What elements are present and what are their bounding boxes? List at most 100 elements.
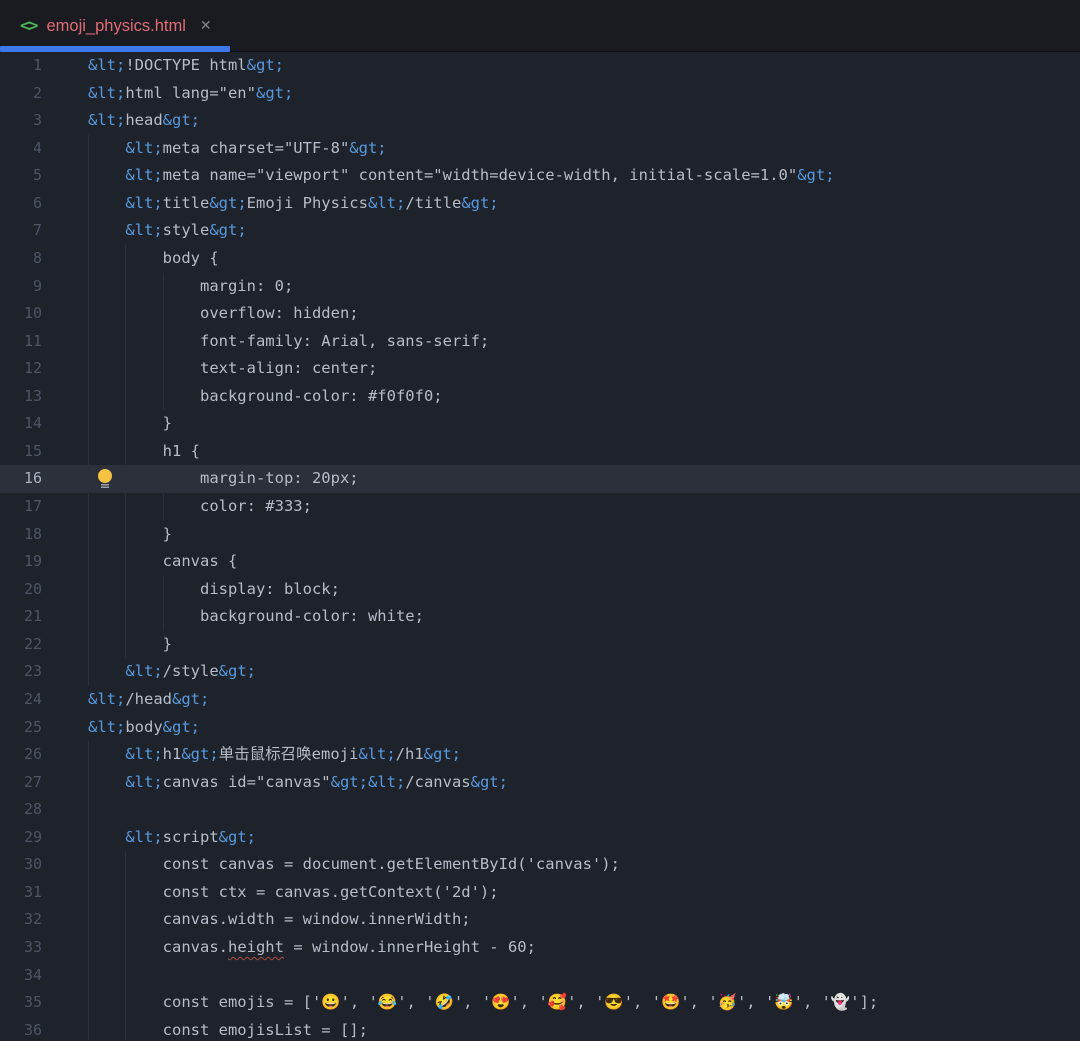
code-line-content: canvas.width = window.innerWidth; [73, 906, 1080, 934]
code-line-content: } [73, 631, 1080, 659]
code-line[interactable]: 26 &lt;h1&gt;单击鼠标召唤emoji&lt;/h1&gt; [0, 741, 1080, 769]
line-number[interactable]: 36 [0, 1017, 73, 1041]
code-line[interactable]: 1&lt;!DOCTYPE html&gt; [0, 52, 1080, 80]
code-token [88, 773, 125, 791]
code-line[interactable]: 36 const emojisList = []; [0, 1017, 1080, 1041]
code-line[interactable]: 25&lt;body&gt; [0, 714, 1080, 742]
line-number[interactable]: 23 [0, 658, 73, 686]
code-line[interactable]: 11 font-family: Arial, sans-serif; [0, 328, 1080, 356]
line-number[interactable]: 5 [0, 162, 73, 190]
indent-guide [125, 273, 126, 301]
code-line[interactable]: 32 canvas.width = window.innerWidth; [0, 906, 1080, 934]
line-number[interactable]: 26 [0, 741, 73, 769]
line-number[interactable]: 30 [0, 851, 73, 879]
indent-guide [88, 824, 89, 852]
line-number[interactable]: 22 [0, 631, 73, 659]
code-line-content: const emojisList = []; [73, 1017, 1080, 1041]
code-line[interactable]: 27 &lt;canvas id="canvas"&gt;&lt;/canvas… [0, 769, 1080, 797]
code-token: /title [405, 194, 461, 212]
code-editor[interactable]: 1&lt;!DOCTYPE html&gt;2&lt;html lang="en… [0, 52, 1080, 1041]
line-number[interactable]: 35 [0, 989, 73, 1017]
line-number[interactable]: 1 [0, 52, 73, 80]
code-line[interactable]: 13 background-color: #f0f0f0; [0, 383, 1080, 411]
code-line-content: font-family: Arial, sans-serif; [73, 328, 1080, 356]
indent-guide [88, 465, 89, 493]
line-number[interactable]: 17 [0, 493, 73, 521]
code-line[interactable]: 19 canvas { [0, 548, 1080, 576]
line-number[interactable]: 19 [0, 548, 73, 576]
line-number[interactable]: 7 [0, 217, 73, 245]
code-line[interactable]: 2&lt;html lang="en"&gt; [0, 80, 1080, 108]
code-line[interactable]: 7 &lt;style&gt; [0, 217, 1080, 245]
line-number[interactable]: 8 [0, 245, 73, 273]
line-number[interactable]: 28 [0, 796, 73, 824]
code-token: text-align: center; [88, 359, 377, 377]
code-line[interactable]: 16 margin-top: 20px; [0, 465, 1080, 493]
code-line-content: &lt;/style&gt; [73, 658, 1080, 686]
line-number[interactable]: 32 [0, 906, 73, 934]
indent-guide [88, 328, 89, 356]
line-number[interactable]: 25 [0, 714, 73, 742]
line-number[interactable]: 20 [0, 576, 73, 604]
code-line[interactable]: 34 [0, 962, 1080, 990]
line-number[interactable]: 2 [0, 80, 73, 108]
line-number[interactable]: 9 [0, 273, 73, 301]
code-line[interactable]: 35 const emojis = ['😀', '😂', '🤣', '😍', '… [0, 989, 1080, 1017]
code-line[interactable]: 23 &lt;/style&gt; [0, 658, 1080, 686]
line-number[interactable]: 13 [0, 383, 73, 411]
tab-emoji-physics-html[interactable]: <> emoji_physics.html ✕ [0, 0, 230, 52]
line-number[interactable]: 27 [0, 769, 73, 797]
code-line[interactable]: 12 text-align: center; [0, 355, 1080, 383]
line-number[interactable]: 24 [0, 686, 73, 714]
code-line[interactable]: 31 const ctx = canvas.getContext('2d'); [0, 879, 1080, 907]
indent-guide [88, 1017, 89, 1041]
code-line[interactable]: 5 &lt;meta name="viewport" content="widt… [0, 162, 1080, 190]
code-line[interactable]: 8 body { [0, 245, 1080, 273]
code-line[interactable]: 17 color: #333; [0, 493, 1080, 521]
code-line[interactable]: 24&lt;/head&gt; [0, 686, 1080, 714]
code-line[interactable]: 4 &lt;meta charset="UTF-8"&gt; [0, 135, 1080, 163]
code-line[interactable]: 10 overflow: hidden; [0, 300, 1080, 328]
indent-guide [125, 493, 126, 521]
line-number[interactable]: 15 [0, 438, 73, 466]
code-line[interactable]: 20 display: block; [0, 576, 1080, 604]
code-line[interactable]: 30 const canvas = document.getElementByI… [0, 851, 1080, 879]
line-number[interactable]: 34 [0, 962, 73, 990]
line-number[interactable]: 29 [0, 824, 73, 852]
line-number[interactable]: 21 [0, 603, 73, 631]
line-number[interactable]: 12 [0, 355, 73, 383]
code-line[interactable]: 28 [0, 796, 1080, 824]
line-number[interactable]: 4 [0, 135, 73, 163]
code-line-content: body { [73, 245, 1080, 273]
close-icon[interactable]: ✕ [200, 19, 212, 33]
code-line[interactable]: 15 h1 { [0, 438, 1080, 466]
line-number[interactable]: 10 [0, 300, 73, 328]
lightbulb-icon[interactable] [97, 469, 112, 489]
code-line[interactable]: 14 } [0, 410, 1080, 438]
code-token: &lt; [125, 166, 162, 184]
line-number[interactable]: 6 [0, 190, 73, 218]
code-line-content: display: block; [73, 576, 1080, 604]
indent-guide [163, 300, 164, 328]
code-line[interactable]: 3&lt;head&gt; [0, 107, 1080, 135]
code-line[interactable]: 33 canvas.height = window.innerHeight - … [0, 934, 1080, 962]
indent-guide [163, 328, 164, 356]
code-token: &gt; [209, 194, 246, 212]
line-number[interactable]: 14 [0, 410, 73, 438]
line-number[interactable]: 33 [0, 934, 73, 962]
code-line[interactable]: 21 background-color: white; [0, 603, 1080, 631]
code-token: /h1 [396, 745, 424, 763]
code-token: &gt; [219, 828, 256, 846]
line-number[interactable]: 16 [0, 465, 73, 493]
code-token: &lt; [125, 662, 162, 680]
code-line-content: const ctx = canvas.getContext('2d'); [73, 879, 1080, 907]
code-line[interactable]: 6 &lt;title&gt;Emoji Physics&lt;/title&g… [0, 190, 1080, 218]
line-number[interactable]: 3 [0, 107, 73, 135]
code-line[interactable]: 9 margin: 0; [0, 273, 1080, 301]
code-line[interactable]: 22 } [0, 631, 1080, 659]
line-number[interactable]: 31 [0, 879, 73, 907]
code-line[interactable]: 18 } [0, 521, 1080, 549]
line-number[interactable]: 18 [0, 521, 73, 549]
code-line[interactable]: 29 &lt;script&gt; [0, 824, 1080, 852]
line-number[interactable]: 11 [0, 328, 73, 356]
